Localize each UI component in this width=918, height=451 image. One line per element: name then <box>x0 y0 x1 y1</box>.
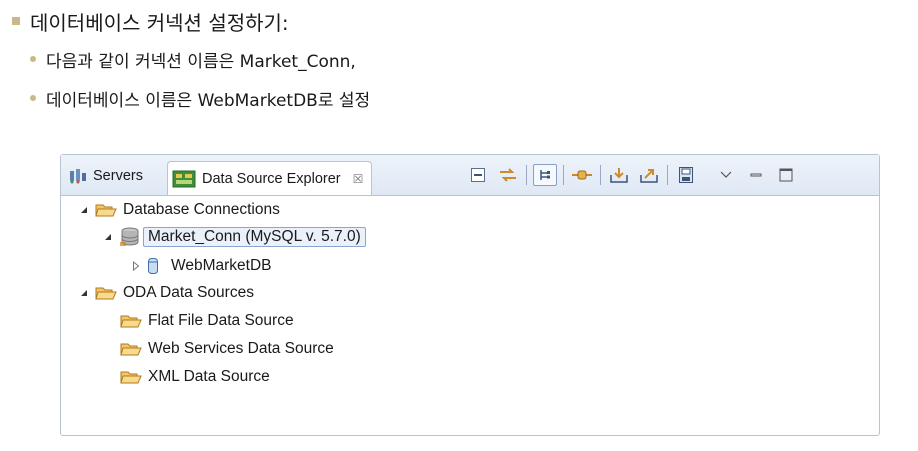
square-bullet-icon <box>12 17 20 25</box>
connect-icon[interactable] <box>570 164 594 186</box>
folder-open-icon <box>120 369 142 385</box>
tree-label: WebMarketDB <box>171 257 272 274</box>
tab-data-source-explorer[interactable]: Data Source Explorer ☒ <box>167 161 373 195</box>
dot-bullet-icon <box>30 95 36 101</box>
collapsed-arrow-icon[interactable] <box>131 261 141 271</box>
view-tab-bar: Servers Data Source Explorer ☒ <box>61 155 879 196</box>
tree-label: Market_Conn (MySQL v. 5.7.0) <box>143 227 366 247</box>
dot-bullet-icon <box>30 56 36 62</box>
tab-data-source-explorer-label: Data Source Explorer <box>202 170 341 187</box>
database-connection-icon <box>119 227 141 247</box>
bullet-main-text: 데이터베이스 커넥션 설정하기: <box>30 10 289 35</box>
tree-label: Web Services Data Source <box>148 340 334 357</box>
toolbar-separator <box>667 165 668 185</box>
data-source-explorer-icon <box>172 169 196 189</box>
tree-node-webmarketdb[interactable]: WebMarketDB <box>131 255 272 277</box>
minimize-icon[interactable] <box>744 164 768 186</box>
connection-tree: Database Connections Market_Conn (MySQL … <box>61 196 879 435</box>
folder-open-icon <box>120 341 142 357</box>
folder-open-icon <box>95 202 117 218</box>
servers-icon <box>69 168 87 184</box>
tab-servers-label: Servers <box>93 167 143 184</box>
tree-node-oda-data-sources[interactable]: ODA Data Sources <box>79 282 254 304</box>
expanded-arrow-icon[interactable] <box>103 233 113 241</box>
toolbar-separator <box>563 165 564 185</box>
collapse-all-icon[interactable] <box>466 164 490 186</box>
bullet-sub-1-text: 다음과 같이 커넥션 이름은 Market_Conn, <box>46 51 356 72</box>
tree-view-toggle-icon[interactable] <box>533 164 557 186</box>
tree-label: XML Data Source <box>148 368 270 385</box>
view-menu-icon[interactable] <box>714 164 738 186</box>
maximize-icon[interactable] <box>774 164 798 186</box>
folder-open-icon <box>95 285 117 301</box>
import-icon[interactable] <box>607 164 631 186</box>
tree-label: ODA Data Sources <box>123 284 254 301</box>
tab-close-icon[interactable]: ☒ <box>353 172 364 186</box>
tree-node-database-connections[interactable]: Database Connections <box>79 199 280 221</box>
tree-node-market-conn[interactable]: Market_Conn (MySQL v. 5.7.0) <box>103 226 366 248</box>
bullet-sub-2-text: 데이터베이스 이름은 WebMarketDB로 설정 <box>46 90 371 111</box>
link-with-editor-icon[interactable] <box>496 164 520 186</box>
bullet-sub-1: 다음과 같이 커넥션 이름은 Market_Conn, <box>30 46 356 72</box>
bullet-sub-2: 데이터베이스 이름은 WebMarketDB로 설정 <box>30 85 370 111</box>
data-source-explorer-view: Servers Data Source Explorer ☒ Database … <box>60 154 880 436</box>
tree-node-flat-file[interactable]: Flat File Data Source <box>120 310 294 332</box>
save-icon[interactable] <box>674 164 698 186</box>
toolbar-separator <box>600 165 601 185</box>
export-icon[interactable] <box>637 164 661 186</box>
view-toolbar <box>466 163 804 187</box>
expanded-arrow-icon[interactable] <box>79 289 89 297</box>
tab-servers[interactable]: Servers <box>69 162 143 189</box>
tree-label: Flat File Data Source <box>148 312 294 329</box>
tree-label: Database Connections <box>123 201 280 218</box>
bullet-main: 데이터베이스 커넥션 설정하기: <box>12 6 289 36</box>
expanded-arrow-icon[interactable] <box>79 206 89 214</box>
tree-node-web-services[interactable]: Web Services Data Source <box>120 338 334 360</box>
database-icon <box>147 257 159 275</box>
tree-node-xml[interactable]: XML Data Source <box>120 366 270 388</box>
folder-open-icon <box>120 313 142 329</box>
toolbar-separator <box>526 165 527 185</box>
